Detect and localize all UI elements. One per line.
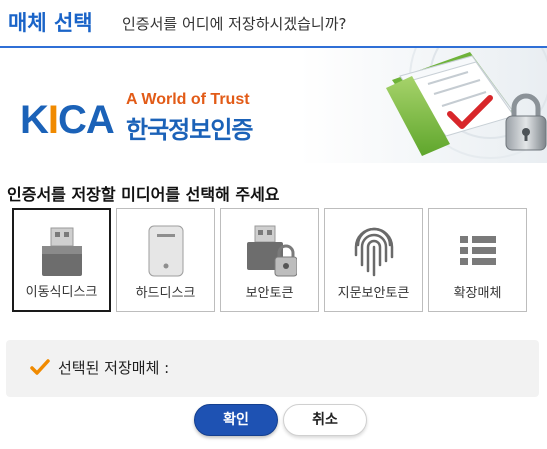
media-removable-disk[interactable]: 이동식디스크 [12, 208, 111, 312]
media-security-token[interactable]: 보안토큰 [220, 208, 319, 312]
selected-media-panel: 선택된 저장매체 : [6, 340, 539, 397]
media-label: 보안토큰 [245, 286, 294, 301]
media-extended[interactable]: 확장매체 [428, 208, 527, 312]
media-options: 이동식디스크 하드디스크 보안토큰 지문보안토큰 확장매체 [12, 208, 532, 314]
dialog-title: 매체 선택 [8, 11, 93, 35]
selected-media-label: 선택된 저장매체 : [58, 359, 170, 377]
banner: KICA A World of Trust 한국정보인증 [0, 48, 547, 163]
logo-korean-name: 한국정보인증 [126, 116, 253, 144]
certificate-folder-illustration [300, 48, 547, 163]
media-fingerprint-token[interactable]: 지문보안토큰 [324, 208, 423, 312]
media-hard-disk[interactable]: 하드디스크 [116, 208, 215, 312]
checkmark-icon [30, 359, 50, 375]
list-icon [459, 236, 496, 265]
media-label: 지문보안토큰 [337, 286, 410, 301]
kica-wordmark: KICA [20, 98, 115, 142]
dialog-header: 매체 선택 인증서를 어디에 저장하시겠습니까? [0, 0, 547, 48]
hard-disk-icon [148, 225, 183, 277]
cancel-button[interactable]: 취소 [283, 404, 367, 436]
usb-drive-icon [41, 227, 82, 276]
dialog-subtitle: 인증서를 어디에 저장하시겠습니까? [122, 15, 347, 33]
instruction-text: 인증서를 저장할 미디어를 선택해 주세요 [7, 185, 280, 204]
media-label: 확장매체 [453, 286, 502, 301]
fingerprint-icon [354, 227, 393, 277]
logo-tagline: A World of Trust [126, 91, 250, 108]
ok-button[interactable]: 확인 [194, 404, 278, 436]
kica-logo: KICA A World of Trust 한국정보인증 [20, 88, 280, 148]
media-label: 이동식디스크 [25, 285, 98, 300]
media-label: 하드디스크 [135, 286, 196, 301]
security-token-icon [246, 225, 297, 277]
